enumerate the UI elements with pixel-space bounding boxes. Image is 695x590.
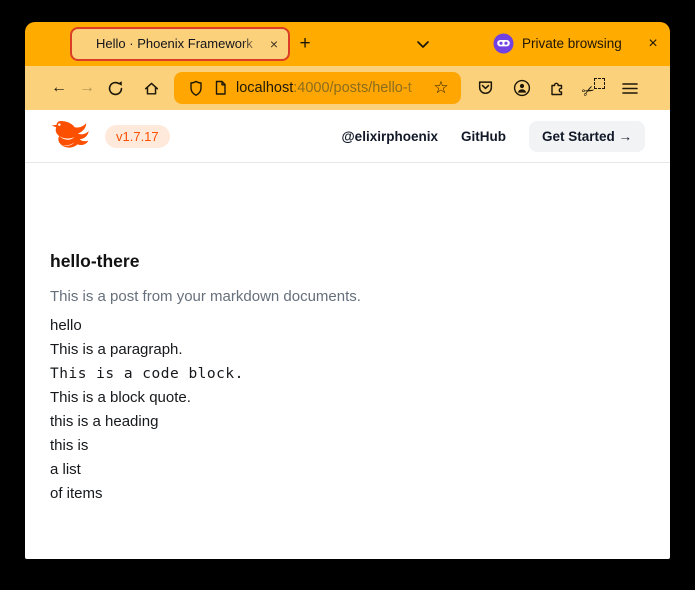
post-code-line: This is a code block. [50,362,645,386]
active-tab[interactable]: Hello · Phoenix Framework × [70,27,290,61]
forward-button[interactable]: → [73,74,101,102]
toolbar-right-icons: ✂ [472,74,643,102]
pocket-icon[interactable] [472,74,499,102]
page-content: v1.7.17 @elixirphoenix GitHub Get Starte… [25,110,670,559]
tab-close-icon[interactable]: × [267,35,281,53]
home-button[interactable] [137,74,165,102]
back-button[interactable]: ← [45,74,73,102]
url-path: :4000/posts/hello-t [293,80,412,96]
tab-title: Hello · Phoenix Framework [96,36,253,51]
get-started-button[interactable]: Get Started → [529,121,645,152]
post-line: a list [50,458,645,482]
link-github[interactable]: GitHub [461,129,506,144]
account-icon[interactable] [508,74,535,102]
page-info-icon[interactable] [208,76,232,100]
post-line: hello [50,314,645,338]
extensions-puzzle-icon[interactable] [544,74,571,102]
window-close-button[interactable]: × [641,32,665,56]
post-line: This is a block quote. [50,386,645,410]
site-header: v1.7.17 @elixirphoenix GitHub Get Starte… [25,110,670,163]
url-host: localhost [236,80,293,96]
version-badge: v1.7.17 [105,125,170,148]
tab-title-wrap: Hello · Phoenix Framework [82,35,267,53]
screenshot-scissors-icon[interactable]: ✂ [580,74,607,102]
post-line: This is a paragraph. [50,338,645,362]
post-line: this is [50,434,645,458]
browser-window: Hello · Phoenix Framework × + Private br… [25,22,670,559]
link-elixirphoenix[interactable]: @elixirphoenix [342,129,438,144]
private-browsing-label: Private browsing [522,36,622,51]
private-mask-icon [493,33,514,54]
url-bar[interactable]: localhost:4000/posts/hello-t ☆ [174,72,461,104]
bookmark-star-icon[interactable]: ☆ [429,75,453,101]
tracking-shield-icon[interactable] [184,76,208,100]
post-article: hello-there This is a post from your mar… [25,163,670,506]
post-line: of items [50,482,645,506]
navigation-toolbar: ← → localhost:4000/posts/hello-t ☆ [25,66,670,110]
tab-bar: Hello · Phoenix Framework × + Private br… [25,22,670,66]
screenshot-dashed-box [594,78,605,89]
reload-button[interactable] [101,74,129,102]
menu-hamburger-icon[interactable] [616,74,643,102]
new-tab-button[interactable]: + [291,30,319,58]
phoenix-logo[interactable] [50,118,90,154]
list-tabs-chevron-down-icon[interactable] [409,30,437,58]
post-line: this is a heading [50,410,645,434]
post-subtitle: This is a post from your markdown docume… [50,287,645,306]
post-title: hello-there [50,251,645,271]
private-browsing-badge: Private browsing [493,33,622,54]
url-text: localhost:4000/posts/hello-t [236,80,429,96]
